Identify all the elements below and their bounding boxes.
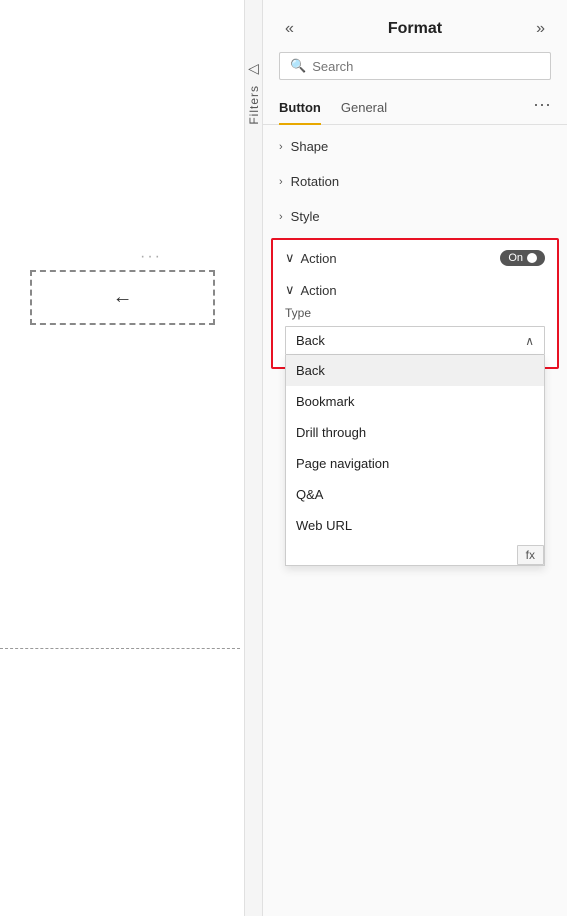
canvas-area: ··· ← — [0, 0, 245, 916]
action-section: ∨ Action On ∨ Action Type Back ∧ — [271, 238, 559, 369]
search-input[interactable] — [312, 59, 540, 74]
search-icon: 🔍 — [290, 58, 306, 74]
dropdown-item-bookmark[interactable]: Bookmark — [286, 386, 544, 417]
style-chevron: › — [279, 211, 283, 223]
dropdown-item-drill-through[interactable]: Drill through — [286, 417, 544, 448]
panel-title: Format — [388, 20, 442, 38]
type-dropdown: Back ∧ Back Bookmark Drill through — [285, 326, 545, 355]
section-shape[interactable]: › Shape — [263, 129, 567, 164]
toggle-circle — [527, 253, 537, 263]
shape-chevron: › — [279, 141, 283, 153]
action-content: ∨ Action Type Back ∧ Back Bookmark — [273, 276, 557, 367]
tab-general[interactable]: General — [341, 92, 387, 125]
dotted-line — [0, 648, 240, 649]
dropdown-item-back[interactable]: Back — [286, 355, 544, 386]
filter-icon: ◁ — [248, 60, 259, 77]
inner-action-label: Action — [301, 283, 337, 298]
section-style[interactable]: › Style — [263, 199, 567, 234]
arrow-icon: ← — [113, 286, 133, 309]
action-section-header[interactable]: ∨ Action On — [273, 240, 557, 276]
action-header-label: Action — [301, 251, 337, 266]
inner-action-chevron: ∨ — [285, 282, 295, 298]
action-open-chevron: ∨ — [285, 250, 295, 266]
format-panel: « Format » 🔍 Button General ··· › Shape … — [263, 0, 567, 916]
type-label: Type — [285, 306, 545, 320]
dropdown-value: Back — [296, 333, 325, 348]
button-element: ← — [30, 270, 215, 325]
search-box: 🔍 — [279, 52, 551, 80]
rotation-label: Rotation — [291, 174, 339, 189]
dropdown-item-web-url[interactable]: Web URL — [286, 510, 544, 541]
dropdown-selected[interactable]: Back ∧ — [285, 326, 545, 355]
shape-label: Shape — [291, 139, 329, 154]
tab-button[interactable]: Button — [279, 92, 321, 125]
panel-header: « Format » — [263, 0, 567, 52]
tabs-row: Button General ··· — [263, 92, 567, 125]
search-container: 🔍 — [263, 52, 567, 92]
action-toggle[interactable]: On — [500, 250, 545, 266]
panel-nav-prev[interactable]: « — [279, 18, 300, 40]
sections-list: › Shape › Rotation › Style ∨ Action On — [263, 125, 567, 916]
panel-nav-next[interactable]: » — [530, 18, 551, 40]
canvas-dots: ··· — [140, 248, 162, 266]
dropdown-item-page-nav[interactable]: Page navigation — [286, 448, 544, 479]
filters-strip[interactable]: ◁ Filters — [245, 0, 263, 916]
style-label: Style — [291, 209, 320, 224]
dropdown-item-qa[interactable]: Q&A — [286, 479, 544, 510]
fx-button[interactable]: fx — [517, 545, 544, 565]
section-rotation[interactable]: › Rotation — [263, 164, 567, 199]
dropdown-list: Back Bookmark Drill through Page navigat… — [285, 355, 545, 566]
filters-label: Filters — [247, 85, 261, 125]
dropdown-chevron-icon: ∧ — [525, 334, 534, 348]
action-header-left: ∨ Action — [285, 250, 337, 266]
fx-row: fx — [286, 541, 544, 565]
inner-action-header[interactable]: ∨ Action — [285, 276, 545, 306]
rotation-chevron: › — [279, 176, 283, 188]
tabs-more-button[interactable]: ··· — [533, 94, 551, 123]
